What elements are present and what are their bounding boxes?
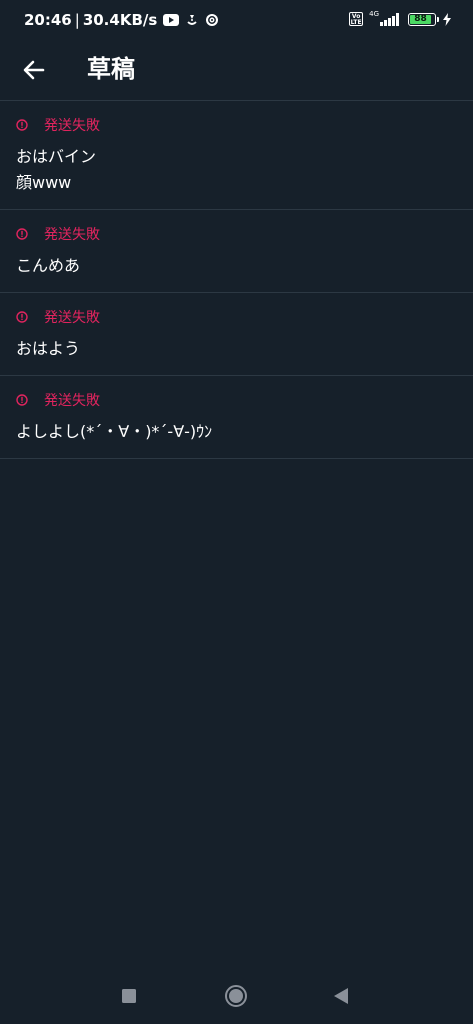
sync-icon bbox=[205, 13, 219, 27]
draft-item[interactable]: 発送失敗 こんめあ bbox=[0, 210, 473, 293]
draft-status: 発送失敗 bbox=[16, 390, 457, 410]
status-right: Vo LTE 4G 88 bbox=[349, 10, 451, 26]
back-button[interactable] bbox=[14, 50, 54, 90]
battery-cap bbox=[437, 16, 439, 22]
arrow-left-icon bbox=[23, 60, 45, 80]
error-icon bbox=[16, 119, 28, 131]
back-triangle-icon bbox=[334, 988, 348, 1004]
error-icon bbox=[16, 394, 28, 406]
status-separator: | bbox=[74, 11, 80, 29]
drafts-list: 発送失敗 おはバイン 顔www 発送失敗 こんめあ 発送失敗 おはよう 発送失敗 bbox=[0, 101, 473, 459]
network-speed: 30.4KB/s bbox=[82, 11, 158, 29]
draft-status: 発送失敗 bbox=[16, 115, 457, 135]
recents-square-icon bbox=[122, 989, 136, 1003]
draft-item[interactable]: 発送失敗 おはよう bbox=[0, 293, 473, 376]
signal-icon bbox=[380, 12, 400, 26]
charging-icon bbox=[443, 12, 451, 26]
status-bar: 20:46 | 30.4KB/s Vo LTE 4G 88 bbox=[0, 0, 473, 40]
error-icon bbox=[16, 311, 28, 323]
system-back-button[interactable] bbox=[327, 982, 355, 1010]
draft-status: 発送失敗 bbox=[16, 307, 457, 327]
draft-status-label: 発送失敗 bbox=[44, 118, 100, 134]
draft-text: こんめあ bbox=[16, 256, 81, 275]
status-left: 20:46 | 30.4KB/s bbox=[24, 11, 219, 29]
draft-text: おはバイン 顔www bbox=[16, 147, 97, 192]
error-icon bbox=[16, 228, 28, 240]
draft-text: おはよう bbox=[16, 339, 81, 358]
home-button[interactable] bbox=[222, 982, 250, 1010]
draft-status-label: 発送失敗 bbox=[44, 393, 100, 409]
draft-item[interactable]: 発送失敗 おはバイン 顔www bbox=[0, 101, 473, 210]
draft-status: 発送失敗 bbox=[16, 224, 457, 244]
draft-item[interactable]: 発送失敗 よしよし(*´・∀・)*´-∀-)ｳﾝ bbox=[0, 376, 473, 459]
page-title: 草稿 bbox=[87, 55, 135, 83]
app-header: 草稿 bbox=[0, 40, 473, 100]
volte-icon: Vo LTE bbox=[349, 12, 364, 26]
network-type: 4G bbox=[369, 10, 379, 18]
status-time: 20:46 bbox=[24, 11, 72, 29]
app-notification-icon bbox=[185, 13, 199, 27]
home-circle-icon bbox=[224, 984, 248, 1008]
youtube-icon bbox=[163, 14, 180, 26]
recents-button[interactable] bbox=[115, 982, 143, 1010]
system-nav-bar bbox=[0, 968, 473, 1024]
draft-status-label: 発送失敗 bbox=[44, 227, 100, 243]
draft-status-label: 発送失敗 bbox=[44, 310, 100, 326]
battery-icon: 88 bbox=[408, 12, 436, 26]
draft-text: よしよし(*´・∀・)*´-∀-)ｳﾝ bbox=[16, 422, 213, 441]
battery-level: 88 bbox=[410, 14, 432, 24]
